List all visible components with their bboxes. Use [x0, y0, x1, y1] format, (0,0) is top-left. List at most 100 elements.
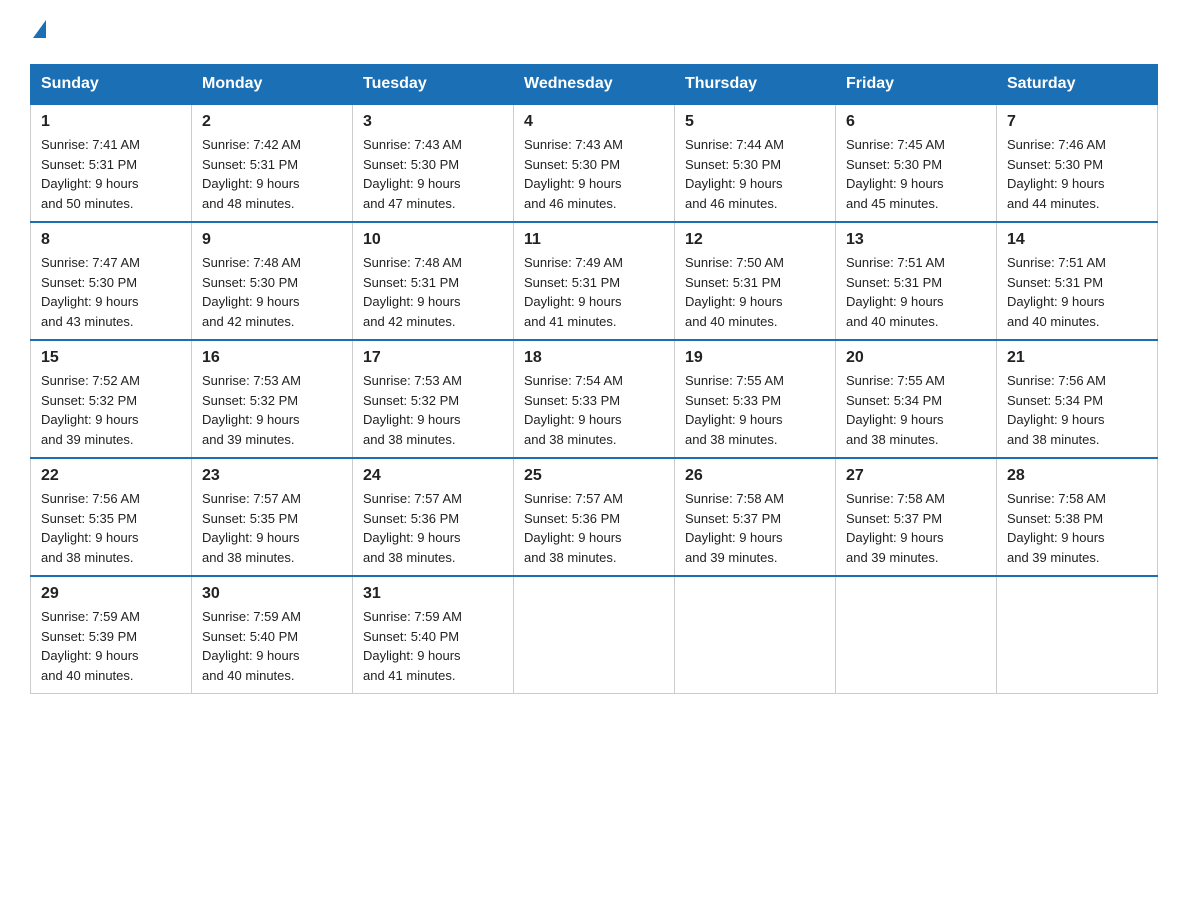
- day-number: 29: [41, 585, 181, 603]
- calendar-day-cell: 17 Sunrise: 7:53 AMSunset: 5:32 PMDayligh…: [353, 340, 514, 458]
- day-detail: Sunrise: 7:55 AMSunset: 5:33 PMDaylight:…: [685, 371, 825, 449]
- calendar-day-cell: 4 Sunrise: 7:43 AMSunset: 5:30 PMDaylight…: [514, 104, 675, 222]
- day-number: 15: [41, 349, 181, 367]
- day-number: 26: [685, 467, 825, 485]
- day-detail: Sunrise: 7:55 AMSunset: 5:34 PMDaylight:…: [846, 371, 986, 449]
- day-number: 9: [202, 231, 342, 249]
- calendar-day-cell: 12 Sunrise: 7:50 AMSunset: 5:31 PMDayligh…: [675, 222, 836, 340]
- calendar-week-row: 15 Sunrise: 7:52 AMSunset: 5:32 PMDayligh…: [31, 340, 1158, 458]
- day-detail: Sunrise: 7:43 AMSunset: 5:30 PMDaylight:…: [363, 135, 503, 213]
- calendar-day-cell: 28 Sunrise: 7:58 AMSunset: 5:38 PMDayligh…: [997, 458, 1158, 576]
- calendar-week-row: 22 Sunrise: 7:56 AMSunset: 5:35 PMDayligh…: [31, 458, 1158, 576]
- calendar-day-cell: 1 Sunrise: 7:41 AMSunset: 5:31 PMDaylight…: [31, 104, 192, 222]
- logo: [30, 20, 46, 44]
- day-detail: Sunrise: 7:53 AMSunset: 5:32 PMDaylight:…: [363, 371, 503, 449]
- calendar-day-cell: 22 Sunrise: 7:56 AMSunset: 5:35 PMDayligh…: [31, 458, 192, 576]
- day-detail: Sunrise: 7:46 AMSunset: 5:30 PMDaylight:…: [1007, 135, 1147, 213]
- day-number: 28: [1007, 467, 1147, 485]
- day-number: 30: [202, 585, 342, 603]
- day-number: 24: [363, 467, 503, 485]
- calendar-day-header: Sunday: [31, 65, 192, 105]
- day-number: 3: [363, 113, 503, 131]
- day-number: 12: [685, 231, 825, 249]
- day-number: 8: [41, 231, 181, 249]
- calendar-day-cell: 14 Sunrise: 7:51 AMSunset: 5:31 PMDayligh…: [997, 222, 1158, 340]
- day-detail: Sunrise: 7:42 AMSunset: 5:31 PMDaylight:…: [202, 135, 342, 213]
- day-detail: Sunrise: 7:48 AMSunset: 5:31 PMDaylight:…: [363, 253, 503, 331]
- day-number: 2: [202, 113, 342, 131]
- calendar-day-header: Monday: [192, 65, 353, 105]
- day-detail: Sunrise: 7:41 AMSunset: 5:31 PMDaylight:…: [41, 135, 181, 213]
- calendar-day-cell: 20Sunrise: 7:55 AMSunset: 5:34 PMDayligh…: [836, 340, 997, 458]
- day-number: 11: [524, 231, 664, 249]
- calendar-day-cell: 26 Sunrise: 7:58 AMSunset: 5:37 PMDayligh…: [675, 458, 836, 576]
- calendar-day-cell: [675, 576, 836, 694]
- calendar-week-row: 8Sunrise: 7:47 AMSunset: 5:30 PMDaylight…: [31, 222, 1158, 340]
- day-detail: Sunrise: 7:58 AMSunset: 5:38 PMDaylight:…: [1007, 489, 1147, 567]
- day-detail: Sunrise: 7:51 AMSunset: 5:31 PMDaylight:…: [1007, 253, 1147, 331]
- day-detail: Sunrise: 7:50 AMSunset: 5:31 PMDaylight:…: [685, 253, 825, 331]
- day-number: 7: [1007, 113, 1147, 131]
- day-number: 5: [685, 113, 825, 131]
- calendar-day-cell: [836, 576, 997, 694]
- day-detail: Sunrise: 7:51 AMSunset: 5:31 PMDaylight:…: [846, 253, 986, 331]
- day-number: 4: [524, 113, 664, 131]
- calendar-day-header: Friday: [836, 65, 997, 105]
- calendar-day-cell: 6 Sunrise: 7:45 AMSunset: 5:30 PMDaylight…: [836, 104, 997, 222]
- day-number: 18: [524, 349, 664, 367]
- day-detail: Sunrise: 7:57 AMSunset: 5:36 PMDaylight:…: [363, 489, 503, 567]
- day-number: 22: [41, 467, 181, 485]
- day-detail: Sunrise: 7:48 AMSunset: 5:30 PMDaylight:…: [202, 253, 342, 331]
- calendar-week-row: 1 Sunrise: 7:41 AMSunset: 5:31 PMDaylight…: [31, 104, 1158, 222]
- calendar-week-row: 29 Sunrise: 7:59 AMSunset: 5:39 PMDayligh…: [31, 576, 1158, 694]
- day-detail: Sunrise: 7:57 AMSunset: 5:35 PMDaylight:…: [202, 489, 342, 567]
- calendar-day-cell: 30 Sunrise: 7:59 AMSunset: 5:40 PMDayligh…: [192, 576, 353, 694]
- calendar-day-header: Tuesday: [353, 65, 514, 105]
- day-detail: Sunrise: 7:56 AMSunset: 5:35 PMDaylight:…: [41, 489, 181, 567]
- day-detail: Sunrise: 7:57 AMSunset: 5:36 PMDaylight:…: [524, 489, 664, 567]
- calendar-day-header: Saturday: [997, 65, 1158, 105]
- day-number: 27: [846, 467, 986, 485]
- calendar-day-cell: [997, 576, 1158, 694]
- day-detail: Sunrise: 7:59 AMSunset: 5:40 PMDaylight:…: [363, 607, 503, 685]
- calendar-day-cell: 16 Sunrise: 7:53 AMSunset: 5:32 PMDayligh…: [192, 340, 353, 458]
- day-number: 14: [1007, 231, 1147, 249]
- calendar-day-cell: 2 Sunrise: 7:42 AMSunset: 5:31 PMDaylight…: [192, 104, 353, 222]
- day-detail: Sunrise: 7:58 AMSunset: 5:37 PMDaylight:…: [685, 489, 825, 567]
- calendar-day-cell: 27Sunrise: 7:58 AMSunset: 5:37 PMDayligh…: [836, 458, 997, 576]
- day-number: 21: [1007, 349, 1147, 367]
- calendar-header-row: SundayMondayTuesdayWednesdayThursdayFrid…: [31, 65, 1158, 105]
- day-number: 6: [846, 113, 986, 131]
- day-detail: Sunrise: 7:43 AMSunset: 5:30 PMDaylight:…: [524, 135, 664, 213]
- day-detail: Sunrise: 7:44 AMSunset: 5:30 PMDaylight:…: [685, 135, 825, 213]
- calendar-day-cell: 15 Sunrise: 7:52 AMSunset: 5:32 PMDayligh…: [31, 340, 192, 458]
- day-number: 1: [41, 113, 181, 131]
- calendar-day-cell: 3 Sunrise: 7:43 AMSunset: 5:30 PMDaylight…: [353, 104, 514, 222]
- day-number: 17: [363, 349, 503, 367]
- day-number: 13: [846, 231, 986, 249]
- day-detail: Sunrise: 7:52 AMSunset: 5:32 PMDaylight:…: [41, 371, 181, 449]
- calendar-day-cell: 11 Sunrise: 7:49 AMSunset: 5:31 PMDayligh…: [514, 222, 675, 340]
- day-detail: Sunrise: 7:56 AMSunset: 5:34 PMDaylight:…: [1007, 371, 1147, 449]
- day-detail: Sunrise: 7:59 AMSunset: 5:39 PMDaylight:…: [41, 607, 181, 685]
- calendar-day-cell: 13 Sunrise: 7:51 AMSunset: 5:31 PMDayligh…: [836, 222, 997, 340]
- day-number: 31: [363, 585, 503, 603]
- day-number: 19: [685, 349, 825, 367]
- calendar-day-cell: 24 Sunrise: 7:57 AMSunset: 5:36 PMDayligh…: [353, 458, 514, 576]
- calendar-day-cell: 19 Sunrise: 7:55 AMSunset: 5:33 PMDayligh…: [675, 340, 836, 458]
- calendar-day-cell: 23Sunrise: 7:57 AMSunset: 5:35 PMDayligh…: [192, 458, 353, 576]
- calendar-day-cell: 10 Sunrise: 7:48 AMSunset: 5:31 PMDayligh…: [353, 222, 514, 340]
- day-number: 16: [202, 349, 342, 367]
- calendar-table: SundayMondayTuesdayWednesdayThursdayFrid…: [30, 64, 1158, 694]
- day-number: 10: [363, 231, 503, 249]
- calendar-day-cell: 7 Sunrise: 7:46 AMSunset: 5:30 PMDaylight…: [997, 104, 1158, 222]
- day-detail: Sunrise: 7:45 AMSunset: 5:30 PMDaylight:…: [846, 135, 986, 213]
- day-detail: Sunrise: 7:53 AMSunset: 5:32 PMDaylight:…: [202, 371, 342, 449]
- day-detail: Sunrise: 7:59 AMSunset: 5:40 PMDaylight:…: [202, 607, 342, 685]
- page-header: [30, 20, 1158, 44]
- calendar-day-cell: 9 Sunrise: 7:48 AMSunset: 5:30 PMDaylight…: [192, 222, 353, 340]
- calendar-day-cell: 5 Sunrise: 7:44 AMSunset: 5:30 PMDaylight…: [675, 104, 836, 222]
- day-detail: Sunrise: 7:54 AMSunset: 5:33 PMDaylight:…: [524, 371, 664, 449]
- day-detail: Sunrise: 7:49 AMSunset: 5:31 PMDaylight:…: [524, 253, 664, 331]
- calendar-day-cell: 25Sunrise: 7:57 AMSunset: 5:36 PMDayligh…: [514, 458, 675, 576]
